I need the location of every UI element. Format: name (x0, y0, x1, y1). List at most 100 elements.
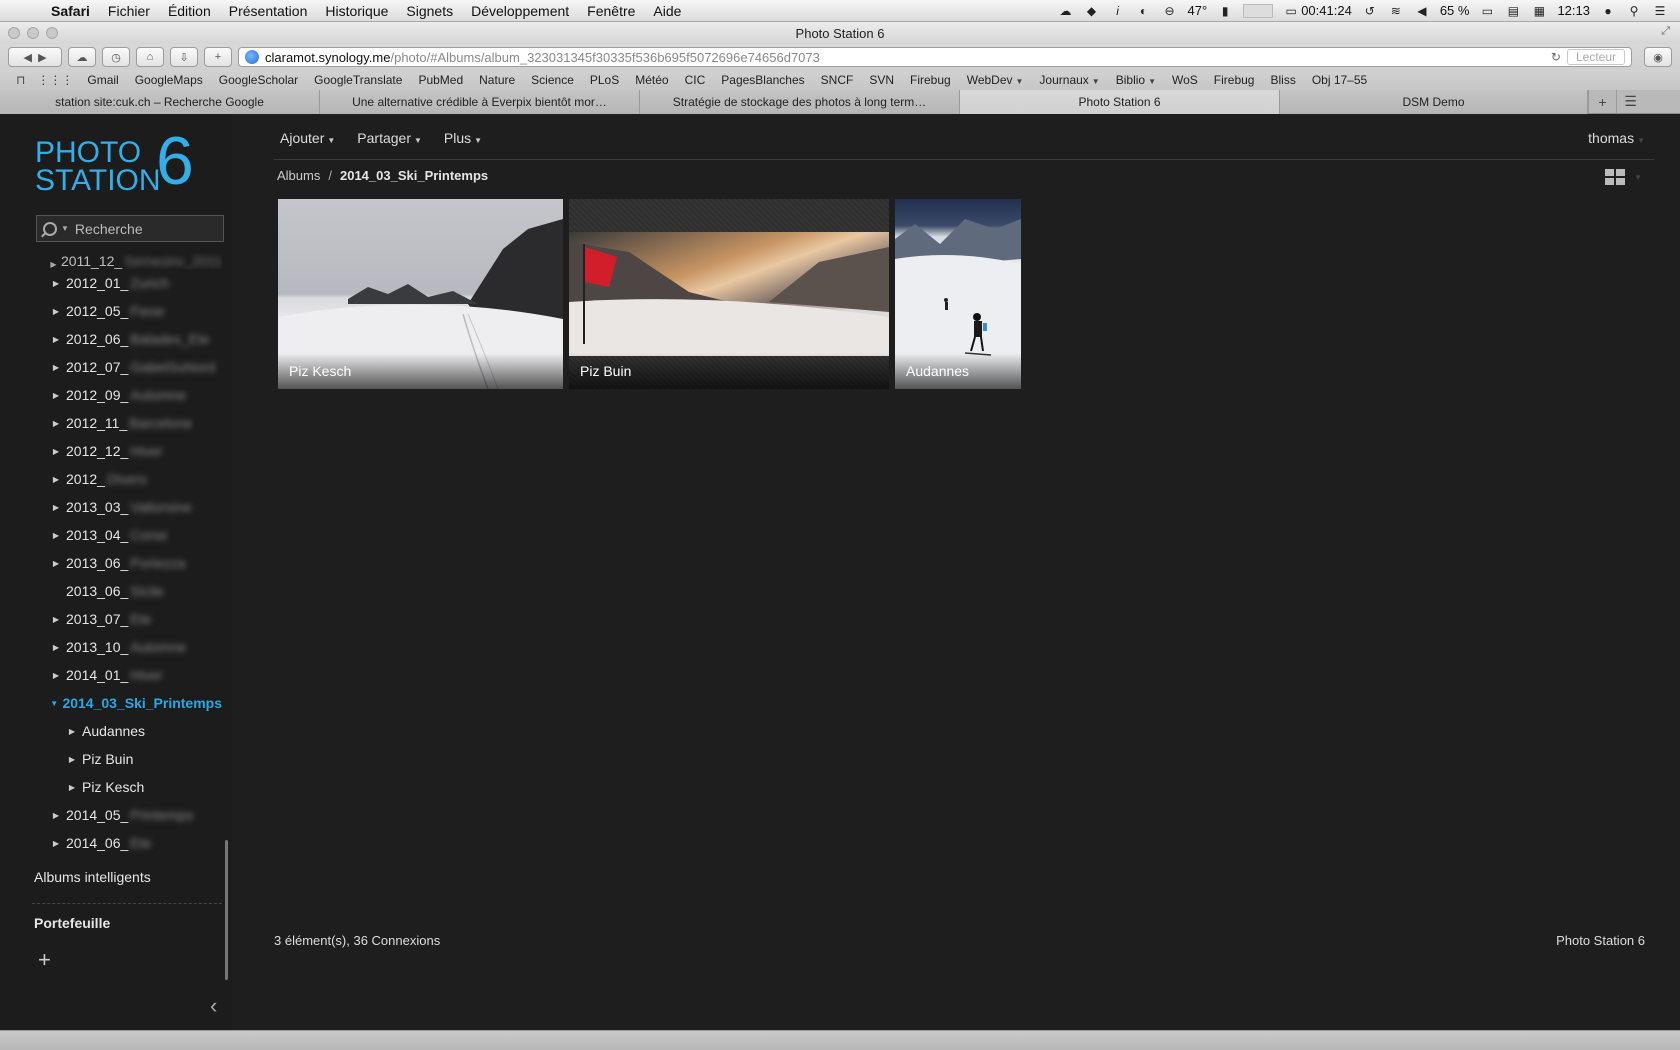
bookmark-googlemaps[interactable]: GoogleMaps (127, 73, 211, 87)
caret-right-icon[interactable]: ▶ (50, 839, 62, 848)
album-card-piz-buin[interactable]: Piz Buin (569, 199, 889, 389)
bookmark-pubmed[interactable]: PubMed (410, 73, 471, 87)
address-bar[interactable]: claramot.synology.me/photo/#Albums/album… (238, 47, 1632, 67)
bookmark-pagesblanches[interactable]: PagesBlanches (713, 73, 812, 87)
clock[interactable]: 12:13 (1557, 3, 1590, 18)
top-sites-icon[interactable]: ⋮⋮⋮ (31, 73, 79, 87)
bookmark-meteo[interactable]: Météo (627, 73, 676, 87)
time-machine-icon[interactable]: ↺ (1362, 4, 1378, 18)
tree-item[interactable]: ▶ 2012_09_ Automne (0, 381, 222, 409)
album-card-audannes[interactable]: Audannes (895, 199, 1021, 389)
caret-right-icon[interactable]: ▶ (50, 260, 57, 269)
tree-item[interactable]: ▶ 2013_04_ Corse (0, 521, 222, 549)
caret-right-icon[interactable]: ▶ (50, 615, 62, 624)
tree-item[interactable]: ▶ 2013_07_ Ete (0, 605, 222, 633)
tree-item[interactable]: ▶ 2012_11_ Barcelone (0, 409, 222, 437)
reader-button[interactable]: Lecteur (1566, 49, 1625, 65)
tree-item[interactable]: ▶ 2014_06_ Ete (0, 829, 222, 857)
caret-right-icon[interactable]: ▶ (50, 811, 62, 820)
user-icon[interactable]: ● (1600, 4, 1616, 18)
new-tab-button[interactable]: + (204, 47, 232, 67)
menu-historique[interactable]: Historique (316, 3, 397, 19)
timer-value[interactable]: 00:41:24 (1301, 3, 1352, 18)
smart-albums-link[interactable]: Albums intelligents (0, 869, 151, 885)
network-graph-icon[interactable] (1243, 3, 1274, 18)
bookmark-wos[interactable]: WoS (1164, 73, 1206, 87)
bookmark-googlescholar[interactable]: GoogleScholar (211, 73, 306, 87)
icloud-tabs-button[interactable]: ☁ (68, 47, 96, 67)
bookmark-googletranslate[interactable]: GoogleTranslate (306, 73, 410, 87)
album-card-piz-kesch[interactable]: Piz Kesch (278, 199, 563, 389)
tree-item[interactable]: ▶ Piz Buin (0, 745, 222, 773)
history-button[interactable]: ◷ (102, 47, 130, 67)
chevron-down-icon[interactable]: ▼ (61, 224, 69, 233)
bookmark-firebug-2[interactable]: Firebug (1206, 73, 1263, 87)
tree-item[interactable]: ▶ 2014_01_ Hiver (0, 661, 222, 689)
user-menu[interactable]: thomas ▼ (1588, 130, 1645, 146)
dropbox-icon[interactable]: ◆ (1084, 4, 1100, 18)
fullscreen-icon[interactable]: ⤢ (1661, 25, 1670, 38)
forward-arrow-icon[interactable]: ▶ (38, 51, 46, 64)
tree-item[interactable]: ▶ 2012_12_ Hiver (0, 437, 222, 465)
more-menu[interactable]: Plus ▼ (444, 130, 482, 146)
bookmark-folder-biblio[interactable]: Biblio ▼ (1108, 73, 1164, 87)
reload-icon[interactable]: ↻ (1545, 50, 1567, 64)
search-input[interactable]: ▼ Recherche (36, 215, 224, 242)
photo-station-logo[interactable]: PHOTO STATION 6 (35, 127, 205, 201)
tree-item[interactable]: ▶ 2011_12_ Semestre_2011 (0, 253, 222, 269)
bookmark-folder-journaux[interactable]: Journaux ▼ (1031, 73, 1107, 87)
tree-item[interactable]: ▶ Piz Kesch (0, 773, 222, 801)
tree-item[interactable]: ▶ 2012_05_ Fiese (0, 297, 222, 325)
tree-item[interactable]: ▼ 2014_03_Ski_Printemps (0, 689, 222, 717)
menu-presentation[interactable]: Présentation (220, 3, 317, 19)
battery-icon[interactable]: ▭ (1479, 4, 1495, 18)
caret-right-icon[interactable]: ▶ (50, 419, 62, 428)
tree-item[interactable]: ▶ 2013_03_ Valtorsine (0, 493, 222, 521)
minimize-window-button[interactable] (27, 27, 39, 39)
new-tab-plus-icon[interactable]: + (1588, 90, 1616, 113)
menu-signets[interactable]: Signets (397, 3, 462, 19)
weather-icon[interactable]: ⊖ (1162, 4, 1178, 18)
caret-right-icon[interactable]: ▶ (66, 783, 78, 792)
tab-dsm-demo[interactable]: DSM Demo (1280, 90, 1588, 114)
info-icon[interactable]: i (1110, 4, 1126, 18)
tab-google-search[interactable]: station site:cuk.ch – Recherche Google (0, 90, 320, 114)
calendar-icon[interactable]: ▦ (1531, 4, 1547, 18)
portfolio-heading[interactable]: Portefeuille (0, 915, 110, 931)
tree-item[interactable]: ▶ 2012_01_ Zurich (0, 269, 222, 297)
temperature[interactable]: 47° (1188, 3, 1208, 18)
tree-item[interactable]: ▶ 2013_06_ Portezza (0, 549, 222, 577)
menu-edition[interactable]: Édition (159, 3, 220, 19)
flag-icon[interactable]: ▤ (1505, 4, 1521, 18)
share-menu[interactable]: Partager ▼ (357, 130, 422, 146)
bookmark-science[interactable]: Science (523, 73, 582, 87)
caret-right-icon[interactable]: ▶ (66, 727, 78, 736)
spotlight-icon[interactable]: ⚲ (1626, 4, 1642, 18)
bookmark-gmail[interactable]: Gmail (79, 73, 126, 87)
bookmark-firebug[interactable]: Firebug (902, 73, 959, 87)
breadcrumb-albums[interactable]: Albums (277, 168, 320, 183)
caret-right-icon[interactable]: ▶ (50, 279, 62, 288)
caret-right-icon[interactable]: ▶ (50, 447, 62, 456)
bookmark-folder-webdev[interactable]: WebDev ▼ (959, 73, 1032, 87)
bookmarks-museum-button[interactable]: ⌂ (136, 47, 164, 67)
tab-overview-icon[interactable]: ☰ (1616, 90, 1644, 113)
reading-list-icon[interactable]: ⊓ (10, 73, 31, 87)
tree-item[interactable]: ▶ 2012_ Divers (0, 465, 222, 493)
menu-fichier[interactable]: Fichier (99, 3, 159, 19)
tree-item[interactable]: ▶ Audannes (0, 717, 222, 745)
caret-right-icon[interactable]: ▶ (66, 755, 78, 764)
battery-percent[interactable]: 65 % (1440, 3, 1470, 18)
tab-stockage[interactable]: Stratégie de stockage des photos à long … (640, 90, 960, 114)
bookmark-nature[interactable]: Nature (471, 73, 523, 87)
tree-item[interactable]: ▶ 2013_10_ Automne (0, 633, 222, 661)
bookmark-plos[interactable]: PLoS (582, 73, 627, 87)
add-menu[interactable]: Ajouter ▼ (280, 130, 335, 146)
extension-button[interactable]: ◉ (1644, 47, 1672, 67)
caret-right-icon[interactable]: ▶ (50, 559, 62, 568)
caret-right-icon[interactable]: ▶ (50, 307, 62, 316)
tree-item[interactable]: ▶ 2012_07_ GabelSuNord (0, 353, 222, 381)
caret-right-icon[interactable]: ▶ (50, 335, 62, 344)
close-window-button[interactable] (8, 27, 20, 39)
back-forward-buttons[interactable]: ◀ ▶ (8, 47, 62, 67)
